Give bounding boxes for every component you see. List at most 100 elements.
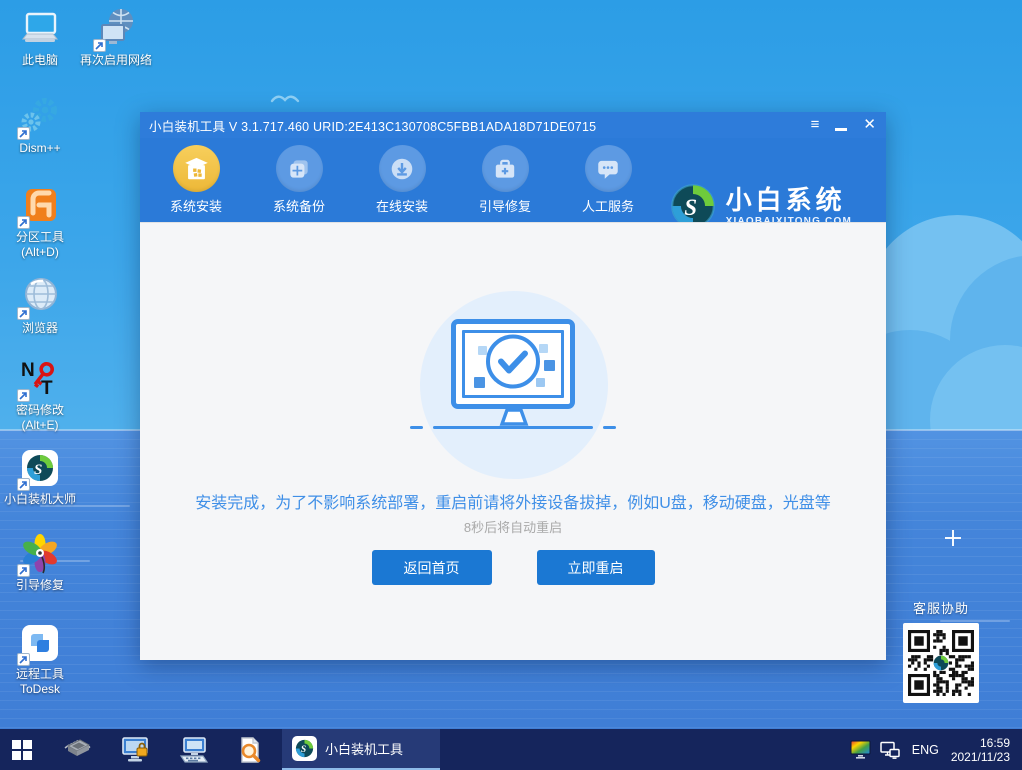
minimize-icon[interactable] [835, 128, 847, 131]
start-button[interactable] [2, 729, 42, 770]
desktop-icon-label: 密码修改(Alt+E) [4, 403, 76, 433]
shortcut-arrow-icon [17, 307, 30, 320]
sparkle-decoration [945, 530, 961, 546]
active-task-label: 小白装机工具 [325, 739, 403, 758]
svg-text:N: N [21, 360, 35, 381]
shortcut-arrow-icon [93, 39, 106, 52]
nav-label: 系统安装 [158, 196, 234, 215]
install-complete-message: 安装完成，为了不影响系统部署，重启前请将外接设备拔掉，例如U盘，移动硬盘，光盘等 [140, 489, 886, 513]
menu-icon[interactable]: ≡ [811, 112, 820, 138]
desktop-icon-label: 浏览器 [4, 321, 76, 336]
desktop-icon-todesk[interactable]: 远程工具ToDesk [4, 622, 76, 697]
taskbar-on-screen-keyboard-button[interactable] [174, 729, 214, 770]
support-qr-label: 客服协助 [900, 598, 982, 617]
windows-logo-icon [11, 739, 33, 761]
desktop-icon-label: 再次启用网络 [80, 53, 152, 68]
desktop-icon-password-change[interactable]: N T 密码修改(Alt+E) [4, 358, 76, 433]
memory-chip-icon [63, 737, 93, 763]
shortcut-arrow-icon [17, 564, 30, 577]
xiaobai-installer-window: 小白装机工具 V 3.1.717.460 URID:2E413C130708C5… [140, 112, 886, 660]
nav-online-install[interactable]: 在线安装 [364, 145, 440, 215]
xiaobai-app-icon: S [292, 736, 317, 761]
nav-label: 在线安装 [364, 196, 440, 215]
this-pc-icon [19, 8, 61, 50]
download-circle-icon [379, 145, 426, 192]
auto-restart-countdown: 8秒后将自动重启 [140, 517, 886, 536]
window-title: 小白装机工具 V 3.1.717.460 URID:2E413C130708C5… [140, 116, 596, 135]
on-screen-keyboard-icon [179, 736, 209, 764]
desktop-icon-boot-repair[interactable]: 引导修复 [4, 533, 76, 593]
desktop-icon-this-pc[interactable]: 此电脑 [4, 8, 76, 68]
shortcut-arrow-icon [17, 389, 30, 402]
nav-system-backup[interactable]: 系统备份 [261, 145, 337, 215]
nav-label: 人工服务 [570, 196, 646, 215]
nav-label: 引导修复 [467, 196, 543, 215]
browser-globe-icon [19, 276, 61, 318]
svg-text:T: T [41, 378, 53, 399]
bird-decoration [270, 92, 300, 104]
svg-text:S: S [34, 462, 42, 478]
desktop-icon-label: Dism++ [4, 141, 76, 156]
nav-human-service[interactable]: 人工服务 [570, 145, 646, 215]
checkmark-icon [484, 333, 542, 396]
nav-boot-repair[interactable]: 引导修复 [467, 145, 543, 215]
monitor-screen [462, 330, 564, 398]
window-toolbar: 系统安装 系统备份 [140, 138, 886, 222]
taskbar-active-task-xiaobai[interactable]: S 小白装机工具 [282, 729, 440, 770]
tray-time: 16:59 [951, 736, 1010, 750]
base-line [433, 426, 593, 429]
system-tray: ENG 16:59 2021/11/23 [850, 736, 1022, 764]
toolbox-icon [482, 145, 529, 192]
support-qr-code [903, 623, 979, 703]
close-icon[interactable]: ✕ [863, 112, 876, 138]
xiaobai-swirl-icon: S [19, 447, 61, 489]
restart-now-button[interactable]: 立即重启 [537, 550, 655, 585]
pinwheel-icon [19, 533, 61, 575]
taskbar: S 小白装机工具 ENG 16:59 2021/11/23 [0, 729, 1022, 770]
shortcut-arrow-icon [17, 216, 30, 229]
desktop-icon-enable-network[interactable]: 再次启用网络 [80, 8, 152, 68]
nav-system-install[interactable]: 系统安装 [158, 145, 234, 215]
enable-network-icon [95, 8, 137, 50]
brand-name: 小白系统 [726, 186, 852, 214]
desktop-icon-dism[interactable]: Dism++ [4, 96, 76, 156]
desktop-icon-label: 引导修复 [4, 578, 76, 593]
nt-password-icon: N T [19, 358, 61, 400]
screen-lock-icon [121, 736, 151, 764]
base-line-dash [603, 426, 616, 429]
desktop-icon-label: 小白装机大师 [0, 492, 80, 507]
desktop-icon-label: 远程工具ToDesk [4, 667, 76, 697]
taskbar-screen-lock-button[interactable] [116, 729, 156, 770]
window-titlebar: 小白装机工具 V 3.1.717.460 URID:2E413C130708C5… [140, 112, 886, 138]
desktop-icon-xiaobai-master[interactable]: S 小白装机大师 [0, 447, 80, 507]
install-box-icon [173, 145, 220, 192]
desktop-icon-label: 分区工具(Alt+D) [4, 230, 76, 260]
file-search-icon [237, 736, 263, 764]
monitor-stand [495, 409, 533, 427]
gears-icon [19, 96, 61, 138]
network-tray-icon[interactable] [880, 741, 900, 759]
shortcut-arrow-icon [17, 478, 30, 491]
tray-date: 2021/11/23 [951, 750, 1010, 764]
desktop-icon-browser[interactable]: 浏览器 [4, 276, 76, 336]
partition-tool-icon [19, 185, 61, 227]
desktop-icon-label: 此电脑 [4, 53, 76, 68]
svg-text:S: S [684, 195, 697, 220]
todesk-icon [19, 622, 61, 664]
base-line-dash [410, 426, 423, 429]
shortcut-arrow-icon [17, 653, 30, 666]
taskbar-file-search-button[interactable] [230, 729, 270, 770]
nav-label: 系统备份 [261, 196, 337, 215]
back-home-button[interactable]: 返回首页 [372, 550, 492, 585]
tray-clock[interactable]: 16:59 2021/11/23 [951, 736, 1014, 764]
shortcut-arrow-icon [17, 127, 30, 140]
svg-text:S: S [301, 745, 306, 755]
desktop-icon-partition-tool[interactable]: 分区工具(Alt+D) [4, 185, 76, 260]
success-monitor-illustration [451, 319, 575, 409]
support-qr-panel: 客服协助 [900, 598, 982, 703]
display-settings-icon[interactable] [850, 740, 871, 759]
window-content: 安装完成，为了不影响系统部署，重启前请将外接设备拔掉，例如U盘，移动硬盘，光盘等… [140, 222, 886, 660]
chat-bubble-icon [585, 145, 632, 192]
language-indicator[interactable]: ENG [909, 743, 942, 757]
taskbar-memory-chip-button[interactable] [58, 729, 98, 770]
